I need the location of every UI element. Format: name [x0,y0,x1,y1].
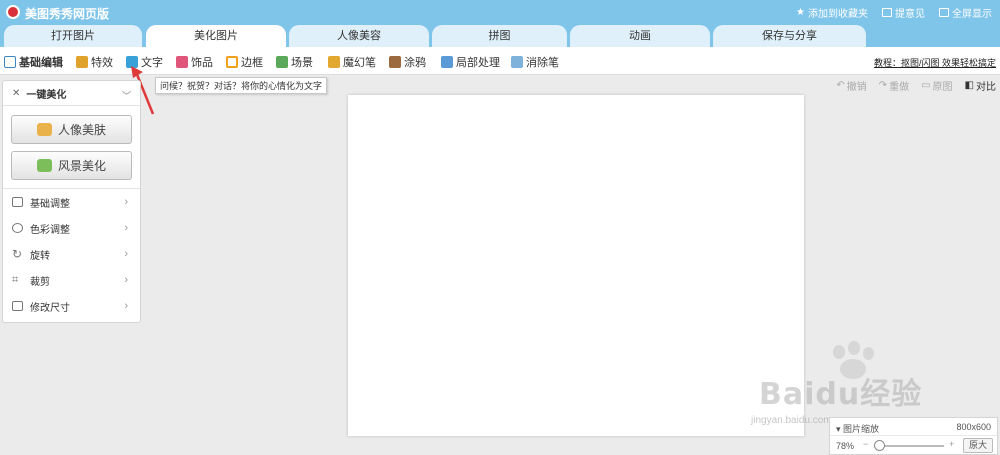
tab-save-share[interactable]: 保存与分享 [713,25,866,47]
original-button[interactable]: ▭ 原图 [921,78,952,93]
zoom-percent: 78% [836,441,855,451]
tool-effects[interactable]: 特效 [76,54,113,70]
one-click-beautify-header[interactable]: ✕ 一键美化 ﹀ [3,81,140,106]
fullscreen-icon [939,8,949,17]
zoom-in-button[interactable]: + [949,439,954,449]
menu-crop[interactable]: ⌗ 裁剪 › [3,267,140,293]
undo-bar: ↶ 撤销 ↷ 重做 ▭ 原图 ◧ 对比 [836,76,996,94]
tool-eraser[interactable]: 消除笔 [511,54,559,70]
menu-color-adjust[interactable]: 色彩调整 › [3,215,140,241]
left-panel: ✕ 一键美化 ﹀ 人像美肤 风景美化 基础调整 › 色彩调整 › ↻ 旋转 › … [2,80,141,323]
tool-magic-pen[interactable]: 魔幻笔 [328,54,376,70]
add-favorite-link[interactable]: ★ 添加到收藏夹 [796,5,868,20]
zoom-out-button[interactable]: − [863,439,868,449]
magic-pen-icon [328,56,340,68]
app-title: 美图秀秀网页版 [25,7,110,21]
landscape-beautify-button[interactable]: 风景美化 [11,151,132,180]
compare-button[interactable]: ◧ 对比 [965,78,996,93]
scene-icon [276,56,288,68]
zoom-controls: 78% − + 原大 [830,436,997,455]
redo-icon: ↷ [878,79,888,91]
tutorial-link[interactable]: 教程：抠图/闪图 效果轻松搞定 [874,56,996,69]
eraser-icon [511,56,523,68]
tool-basic-edit[interactable]: 基础编辑 [4,54,63,70]
zoom-panel: ▾ 图片缩放 800x600 78% − + 原大 [829,417,998,455]
redo-button[interactable]: ↷ 重做 [879,78,909,93]
chevron-right-icon: › [124,196,128,208]
frame-icon [226,56,238,68]
tab-collage[interactable]: 拼图 [432,25,567,47]
text-tool-tooltip: 问候？祝贺？对话？将你的心情化为文字 [155,77,328,94]
fullscreen-link[interactable]: 全屏显示 [939,5,992,20]
menu-resize[interactable]: 修改尺寸 › [3,293,140,319]
portrait-beautify-button[interactable]: 人像美肤 [11,115,132,144]
app-logo-icon [6,5,20,19]
landscape-icon [36,159,52,172]
tool-scene[interactable]: 场景 [276,54,313,70]
chevron-right-icon: › [124,222,128,234]
effects-icon [76,56,88,68]
undo-button[interactable]: ↶ 撤销 [836,78,866,93]
edit-icon [4,56,16,68]
chevron-right-icon: › [124,248,128,260]
undo-icon: ↶ [836,79,845,91]
tab-beautify[interactable]: 美化图片 [146,25,286,47]
star-icon: ★ [796,7,805,18]
image-canvas[interactable] [348,95,804,436]
tab-bar: 打开图片 美化图片 人像美容 拼图 动画 保存与分享 [0,25,1000,47]
tab-portrait[interactable]: 人像美容 [289,25,429,47]
sliders-icon [12,197,23,207]
top-links: ★ 添加到收藏夹 提意见 全屏显示 [796,5,992,20]
chevron-down-icon: ﹀ [121,91,131,101]
brush-icon [389,56,401,68]
tab-open-image[interactable]: 打开图片 [4,25,142,47]
menu-basic-adjust[interactable]: 基础调整 › [3,189,140,215]
comment-icon [882,8,892,17]
tool-frame[interactable]: 边框 [226,54,263,70]
tool-local-edit[interactable]: 局部处理 [441,54,500,70]
local-edit-icon [441,56,453,68]
tab-animation[interactable]: 动画 [570,25,710,47]
resize-icon [12,301,23,311]
tool-graffiti[interactable]: 涂鸦 [389,54,426,70]
chevron-right-icon: › [124,274,128,286]
rotate-icon: ↻ [12,247,23,261]
bow-icon [176,56,188,68]
feedback-link[interactable]: 提意见 [882,5,925,20]
image-size: 800x600 [956,422,991,432]
chevron-right-icon: › [124,300,128,312]
zoom-slider-handle[interactable] [874,440,885,451]
portrait-icon [36,123,52,136]
tool-accessories[interactable]: 饰品 [176,54,213,70]
crop-icon: ⌗ [12,273,19,286]
magic-wand-icon: ✕ [12,87,21,99]
menu-rotate[interactable]: ↻ 旋转 › [3,241,140,267]
palette-icon [12,223,23,233]
original-icon: ▭ [921,79,931,91]
zoom-header: ▾ 图片缩放 800x600 [830,418,997,436]
zoom-label[interactable]: ▾ 图片缩放 [836,422,879,435]
original-size-button[interactable]: 原大 [963,438,993,453]
title-bar: 美图秀秀网页版 ★ 添加到收藏夹 提意见 全屏显示 [0,0,1000,25]
compare-icon: ◧ [964,79,974,91]
